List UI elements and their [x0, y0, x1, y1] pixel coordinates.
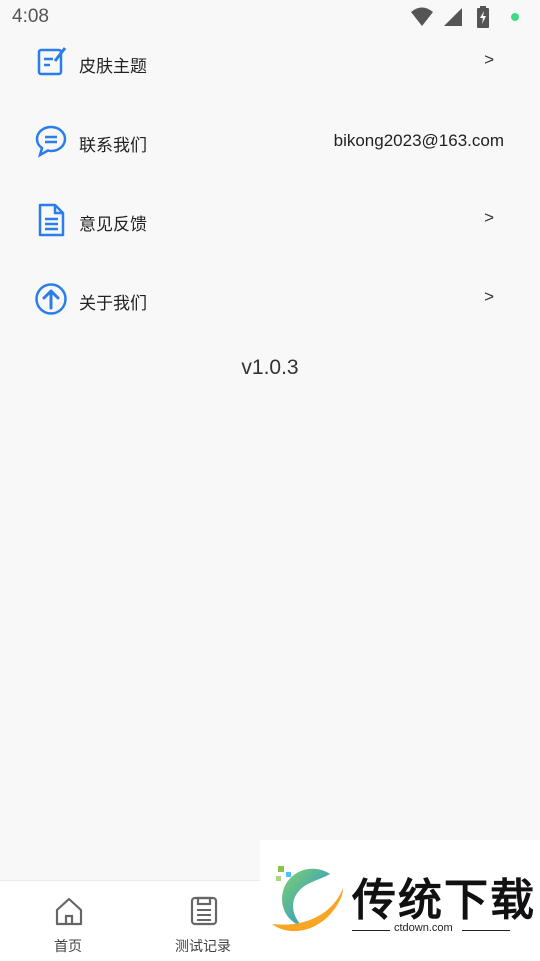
- menu-item-contact-us[interactable]: 联系我们 bikong2023@163.com: [0, 112, 540, 172]
- menu-label: 关于我们: [79, 294, 147, 314]
- record-icon: [190, 896, 218, 926]
- chat-bubble-icon: [35, 125, 67, 158]
- watermark-divider-right: [462, 930, 510, 931]
- arrow-up-circle-icon: [35, 283, 67, 315]
- menu-label: 意见反馈: [79, 215, 147, 235]
- wifi-icon: [411, 7, 433, 26]
- chevron-right-icon: >: [484, 50, 494, 69]
- menu-label: 皮肤主题: [79, 57, 147, 77]
- home-icon: [55, 897, 83, 926]
- chevron-right-icon: >: [484, 208, 494, 227]
- contact-email[interactable]: bikong2023@163.com: [334, 131, 504, 151]
- chevron-right-icon: >: [484, 287, 494, 306]
- notification-dot: [511, 13, 519, 21]
- status-time: 4:08: [12, 6, 49, 27]
- signal-icon: [444, 8, 462, 26]
- edit-note-icon: [37, 47, 67, 76]
- watermark-subtitle: ctdown.com: [394, 922, 453, 934]
- tab-label: 首页: [54, 939, 82, 955]
- document-icon: [38, 203, 65, 237]
- tab-label: 测试记录: [175, 939, 231, 955]
- menu-item-about-us[interactable]: 关于我们 >: [0, 270, 540, 330]
- watermark-divider-left: [352, 930, 390, 931]
- battery-charging-icon: [477, 6, 489, 28]
- tab-home[interactable]: 首页: [18, 881, 118, 961]
- tab-test-record[interactable]: 测试记录: [153, 881, 253, 961]
- watermark-logo: 传统下载 ctdown.com: [260, 840, 540, 960]
- watermark-title: 传统下载: [352, 875, 536, 926]
- ctdown-logo-icon: [272, 866, 343, 932]
- menu-item-skin-theme[interactable]: 皮肤主题 >: [0, 33, 540, 93]
- menu-item-feedback[interactable]: 意见反馈 >: [0, 191, 540, 251]
- menu-label: 联系我们: [79, 136, 147, 156]
- app-version: v1.0.3: [241, 356, 299, 379]
